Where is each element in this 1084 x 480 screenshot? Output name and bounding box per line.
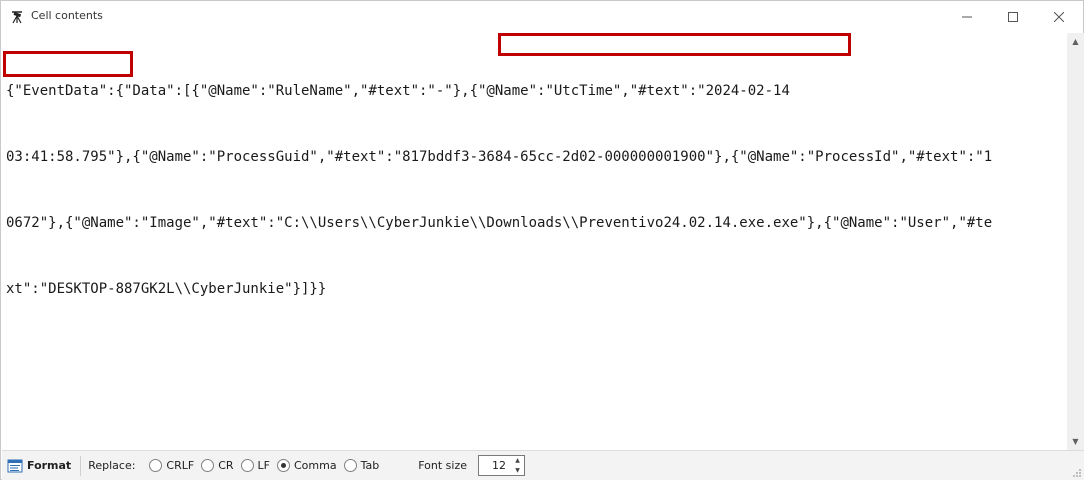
radio-button[interactable] (149, 459, 163, 472)
text-line: xt":"DESKTOP-887GK2L\\CyberJunkie"}]}} (6, 281, 327, 297)
minimize-icon (962, 16, 972, 18)
close-button[interactable] (1036, 1, 1082, 33)
radio-label: CR (218, 459, 234, 472)
spin-up-arrow-icon[interactable]: ▲ (511, 456, 524, 466)
radio-button[interactable] (240, 459, 254, 472)
maximize-icon (1008, 12, 1018, 22)
radio-label: CRLF (166, 459, 195, 472)
window-title: Cell contents (31, 9, 103, 22)
minimize-button[interactable] (944, 1, 990, 33)
font-size-spinner[interactable]: 12 ▲ ▼ (478, 455, 525, 476)
cell-text-editor[interactable]: {"EventData":{"Data":[{"@Name":"RuleName… (2, 33, 1067, 450)
radio-crlf[interactable]: CRLF (149, 459, 194, 472)
cell-text[interactable]: {"EventData":{"Data":[{"@Name":"RuleName… (6, 36, 1066, 344)
telescope-icon (12, 11, 22, 24)
format-label: Format (27, 459, 72, 472)
format-icon (7, 459, 23, 472)
scroll-up-arrow-icon[interactable]: ▲ (1067, 33, 1084, 50)
text-line: 03:41:58.795"},{"@Name":"ProcessGuid","#… (6, 149, 993, 165)
radio-cr[interactable]: CR (201, 459, 234, 472)
title-bar[interactable]: Cell contents (1, 1, 1083, 33)
maximize-button[interactable] (990, 1, 1036, 33)
radio-lf[interactable]: LF (240, 459, 270, 472)
spin-down-arrow-icon[interactable]: ▼ (511, 466, 524, 476)
close-icon (1054, 12, 1064, 22)
radio-label: Tab (360, 459, 380, 472)
text-line: 0672"},{"@Name":"Image","#text":"C:\\Use… (6, 215, 993, 231)
vertical-scrollbar[interactable]: ▲ ▼ (1067, 33, 1084, 450)
radio-button[interactable] (201, 459, 215, 472)
radio-tab[interactable]: Tab (343, 459, 380, 472)
format-button[interactable]: Format (7, 454, 75, 478)
radio-label: Comma (294, 459, 337, 472)
radio-label: LF (257, 459, 270, 472)
cell-contents-window: Cell contents {"EventData":{"Data":[{"@N… (0, 0, 1084, 480)
replace-label: Replace: (88, 459, 136, 472)
font-size-value[interactable]: 12 (479, 459, 509, 472)
resize-grip-icon[interactable] (1072, 468, 1082, 478)
toolbar-separator (80, 455, 82, 476)
font-size-label: Font size (418, 459, 467, 472)
radio-comma[interactable]: Comma (277, 459, 337, 472)
scroll-down-arrow-icon[interactable]: ▼ (1067, 433, 1084, 450)
text-line: {"EventData":{"Data":[{"@Name":"RuleName… (6, 83, 790, 99)
radio-button-selected[interactable] (277, 459, 290, 472)
footer-toolbar: Format Replace: CRLF CR LF Comma Tab Fon… (2, 450, 1084, 480)
radio-button[interactable] (343, 459, 357, 472)
